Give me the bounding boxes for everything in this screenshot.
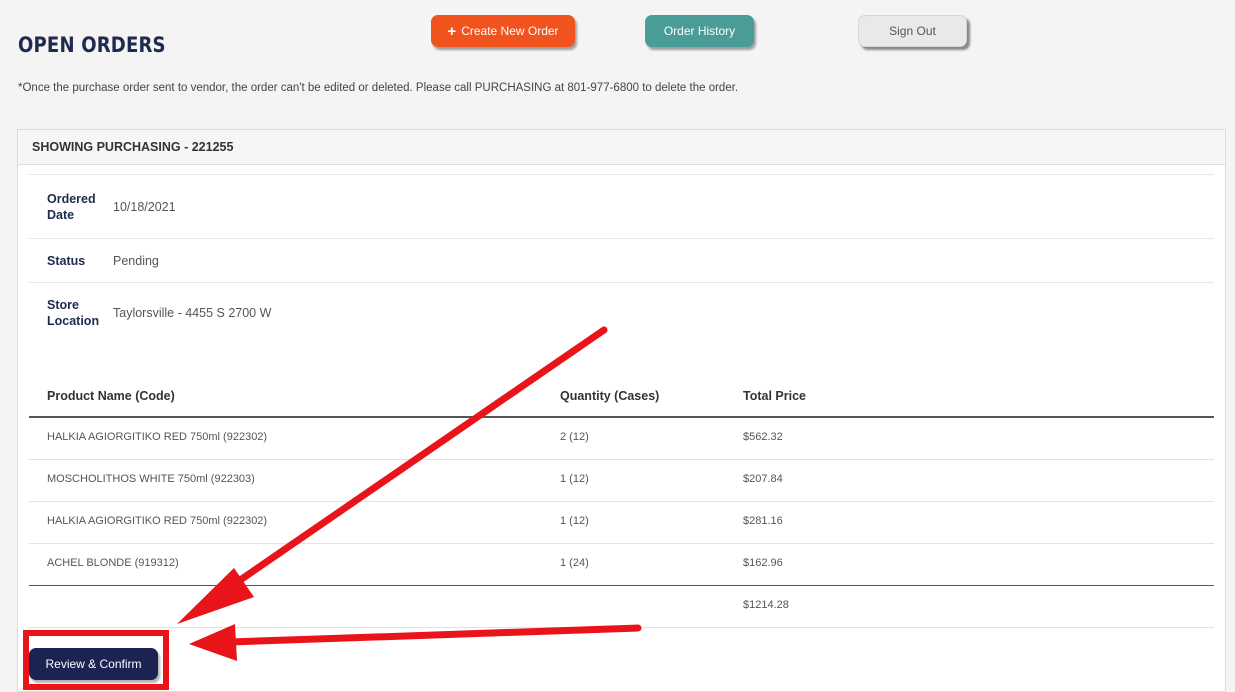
product-cell: MOSCHOLITHOS WHITE 750ml (922303) (47, 473, 255, 485)
table-row: HALKIA AGIORGITIKO RED 750ml (922302) 2 … (29, 418, 1214, 460)
quantity-cell: 1 (24) (560, 557, 589, 569)
sign-out-button[interactable]: Sign Out (858, 15, 967, 47)
detail-value: Taylorsville - 4455 S 2700 W (113, 306, 272, 320)
quantity-cell: 2 (12) (560, 431, 589, 443)
quantity-cell: 1 (12) (560, 515, 589, 527)
detail-row-store-location: Store Location Taylorsville - 4455 S 270… (29, 282, 1214, 343)
product-cell: HALKIA AGIORGITIKO RED 750ml (922302) (47, 515, 268, 527)
detail-value: Pending (113, 254, 159, 268)
table-row: HALKIA AGIORGITIKO RED 750ml (922302) 1 … (29, 502, 1214, 544)
price-cell: $162.96 (743, 557, 783, 569)
order-history-button[interactable]: Order History (645, 15, 754, 47)
detail-value: 10/18/2021 (113, 200, 176, 214)
quantity-cell: 1 (12) (560, 473, 589, 485)
price-cell: $281.16 (743, 515, 783, 527)
price-cell: $562.32 (743, 431, 783, 443)
panel-heading: SHOWING PURCHASING - 221255 (18, 130, 1225, 165)
detail-row-status: Status Pending (29, 238, 1214, 283)
column-header-quantity: Quantity (Cases) (560, 389, 660, 403)
table-row: MOSCHOLITHOS WHITE 750ml (922303) 1 (12)… (29, 460, 1214, 502)
detail-label: Status (47, 254, 86, 268)
column-header-product: Product Name (Code) (47, 389, 175, 403)
total-row: $1214.28 (29, 586, 1214, 628)
detail-row-ordered-date: Ordered Date 10/18/2021 (29, 174, 1214, 239)
order-panel: SHOWING PURCHASING - 221255 Ordered Date… (17, 129, 1226, 692)
detail-label: Ordered Date (47, 192, 96, 222)
price-cell: $207.84 (743, 473, 783, 485)
product-cell: HALKIA AGIORGITIKO RED 750ml (922302) (47, 431, 268, 443)
product-cell: ACHEL BLONDE (919312) (47, 557, 179, 569)
order-total: $1214.28 (743, 599, 789, 611)
column-header-price: Total Price (743, 389, 806, 403)
page-title: OPEN ORDERS (18, 33, 166, 57)
detail-label: Store Location (47, 298, 100, 328)
create-new-order-label: Create New Order (461, 24, 559, 38)
review-confirm-button[interactable]: Review & Confirm (29, 648, 158, 680)
plus-icon: + (447, 22, 457, 40)
table-row: ACHEL BLONDE (919312) 1 (24) $162.96 (29, 544, 1214, 585)
edit-policy-notice: *Once the purchase order sent to vendor,… (18, 82, 739, 94)
create-new-order-button[interactable]: + Create New Order (431, 15, 575, 47)
